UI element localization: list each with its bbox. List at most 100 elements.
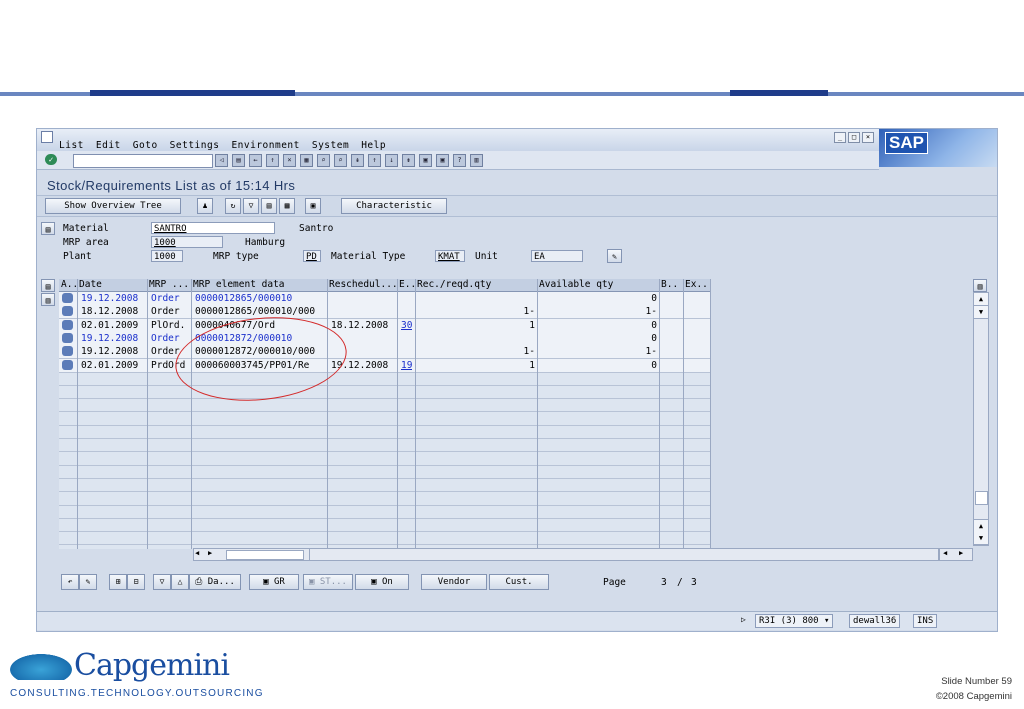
new-session-icon[interactable]: ▣ bbox=[419, 154, 432, 167]
select-all-icon[interactable]: ▤ bbox=[41, 279, 55, 292]
hierarchy-alt-icon[interactable]: ⊟ bbox=[127, 574, 145, 590]
scroll-right-right-icon[interactable]: ▶ bbox=[959, 549, 963, 557]
col-header-mrp-element-data[interactable]: MRP element data bbox=[193, 279, 327, 291]
refresh-icon[interactable]: ↻ bbox=[225, 198, 241, 214]
warning-icon[interactable]: △ bbox=[171, 574, 189, 590]
edit-icon[interactable]: ✎ bbox=[607, 249, 622, 263]
user-icon[interactable]: ♟ bbox=[197, 198, 213, 214]
menu-environment[interactable]: Environment bbox=[231, 140, 299, 151]
menu-system[interactable]: System bbox=[312, 140, 349, 151]
col-header-e[interactable]: E.. bbox=[399, 279, 415, 291]
characteristic-button[interactable]: Characteristic bbox=[341, 198, 447, 214]
maximize-icon[interactable]: □ bbox=[848, 132, 860, 143]
first-page-icon[interactable]: ⇞ bbox=[351, 154, 364, 167]
status-expand-icon[interactable]: ▷ bbox=[741, 615, 746, 624]
vendor-button[interactable]: Vendor bbox=[421, 574, 487, 590]
minimize-icon[interactable]: _ bbox=[834, 132, 846, 143]
filter-icon[interactable]: ▽ bbox=[243, 198, 259, 214]
system-dropdown-icon[interactable]: ▾ bbox=[824, 616, 829, 626]
details-icon[interactable]: ▣ bbox=[305, 198, 321, 214]
row-detail-icon[interactable] bbox=[62, 306, 73, 317]
col-header-a[interactable]: A.. bbox=[61, 279, 77, 291]
scroll-bottom-icon[interactable]: ▼ bbox=[974, 532, 988, 545]
hierarchy-icon[interactable]: ⊞ bbox=[109, 574, 127, 590]
help-icon[interactable]: ? bbox=[453, 154, 466, 167]
table-row[interactable]: 18.12.2008 Order 0000012865/000010/000 1- 1- bbox=[59, 305, 711, 320]
row-detail-icon[interactable] bbox=[62, 332, 73, 343]
horizontal-scroll-track[interactable] bbox=[309, 548, 939, 561]
on-button[interactable]: ▣ On bbox=[355, 574, 409, 590]
cust-button[interactable]: Cust. bbox=[489, 574, 549, 590]
find-next-icon[interactable]: ⌕ bbox=[334, 154, 347, 167]
funnel-icon[interactable]: ▽ bbox=[153, 574, 171, 590]
row-detail-icon[interactable] bbox=[62, 346, 73, 357]
prev-page-icon[interactable]: ↑ bbox=[368, 154, 381, 167]
menu-edit[interactable]: Edit bbox=[96, 140, 121, 151]
show-overview-tree-button[interactable]: Show Overview Tree bbox=[45, 198, 181, 214]
system-menu-icon[interactable] bbox=[41, 131, 53, 143]
save-icon[interactable]: ▤ bbox=[232, 154, 245, 167]
command-field[interactable] bbox=[73, 154, 213, 168]
col-divider bbox=[537, 279, 538, 549]
table-row[interactable]: 19.12.2008 Order 0000012872/000010 0 bbox=[59, 331, 711, 346]
scroll-left-right-icon[interactable]: ◀ bbox=[943, 549, 947, 557]
col-header-available-qty[interactable]: Available qty bbox=[539, 279, 659, 291]
page-label: Page bbox=[603, 577, 626, 588]
col-header-ex[interactable]: Ex.. bbox=[685, 279, 709, 291]
enter-icon[interactable]: ✓ bbox=[45, 154, 57, 165]
column-config-icon[interactable]: ▥ bbox=[973, 279, 987, 292]
horizontal-scrollbar-right[interactable]: ◀ ▶ bbox=[939, 548, 973, 561]
hscroll-thumb[interactable] bbox=[226, 550, 304, 560]
settings-icon[interactable]: ▤ bbox=[261, 198, 277, 214]
col-header-reschedule[interactable]: Reschedul... bbox=[329, 279, 397, 291]
scroll-down-page-icon[interactable]: ▼ bbox=[974, 306, 988, 319]
vertical-scrollbar[interactable]: ▲ ▼ ▲ ▼ bbox=[973, 292, 989, 546]
header-details-icon[interactable]: ▤ bbox=[41, 222, 55, 235]
col-header-b[interactable]: B.. bbox=[661, 279, 683, 291]
last-page-icon[interactable]: ⇟ bbox=[402, 154, 415, 167]
menu-settings[interactable]: Settings bbox=[170, 140, 220, 151]
menu-goto[interactable]: Goto bbox=[133, 140, 158, 151]
menu-help[interactable]: Help bbox=[361, 140, 386, 151]
pencil-icon[interactable]: ✎ bbox=[79, 574, 97, 590]
da-button[interactable]: ⎙ Da... bbox=[189, 574, 241, 590]
close-icon[interactable]: × bbox=[862, 132, 874, 143]
scroll-up-page-icon[interactable]: ▲ bbox=[974, 519, 988, 533]
print-icon[interactable]: ▦ bbox=[300, 154, 313, 167]
deselect-all-icon[interactable]: ▥ bbox=[41, 293, 55, 306]
cell-rec-reqd-qty: 1- bbox=[523, 306, 535, 318]
menu-list[interactable]: List bbox=[59, 140, 84, 151]
horizontal-scrollbar-left[interactable]: ◀ ▶ bbox=[193, 548, 311, 561]
find-icon[interactable]: ⌕ bbox=[317, 154, 330, 167]
row-detail-icon[interactable] bbox=[62, 319, 73, 330]
table-icon[interactable]: ▦ bbox=[279, 198, 295, 214]
col-header-date[interactable]: Date bbox=[79, 279, 147, 291]
table-row[interactable]: 19.12.2008 Order 0000012872/000010/000 1- 1- bbox=[59, 345, 711, 360]
scroll-left-icon[interactable]: ◀ bbox=[195, 549, 199, 557]
row-detail-icon[interactable] bbox=[62, 359, 73, 370]
shortcut-icon[interactable]: ▣ bbox=[436, 154, 449, 167]
table-row[interactable]: 02.01.2009 PrdOrd 000060003745/PP01/Re 19.1… bbox=[59, 358, 711, 373]
back-icon[interactable]: ◁ bbox=[215, 154, 228, 167]
table-row[interactable]: 19.12.2008 Order 0000012865/000010 0 bbox=[59, 292, 711, 306]
col-header-rec-reqd-qty[interactable]: Rec./reqd.qty bbox=[417, 279, 537, 291]
printer-icon: ⎙ bbox=[195, 577, 208, 587]
scroll-right-icon[interactable]: ▶ bbox=[208, 549, 212, 557]
row-detail-icon[interactable] bbox=[62, 293, 73, 303]
next-page-icon[interactable]: ↓ bbox=[385, 154, 398, 167]
scroll-up-icon[interactable]: ▲ bbox=[974, 293, 988, 306]
gr-button[interactable]: ▣ GR bbox=[249, 574, 299, 590]
back-green-icon[interactable]: ← bbox=[249, 154, 262, 167]
table-row[interactable]: 02.01.2009 PlOrd. 0000040677/Ord 18.12.2008… bbox=[59, 318, 711, 333]
col-header-mrp-element[interactable]: MRP ... bbox=[149, 279, 191, 291]
st-button[interactable]: ▣ ST... bbox=[303, 574, 353, 590]
cancel-icon[interactable]: × bbox=[283, 154, 296, 167]
scroll-thumb[interactable] bbox=[975, 491, 988, 505]
cell-exception[interactable]: 30 bbox=[401, 319, 412, 332]
col-divider bbox=[415, 279, 416, 549]
cell-exception[interactable]: 19 bbox=[401, 359, 412, 372]
material-field[interactable]: SANTRO bbox=[151, 222, 275, 234]
back-arrow-icon[interactable]: ↶ bbox=[61, 574, 79, 590]
exit-icon[interactable]: ↑ bbox=[266, 154, 279, 167]
layout-icon[interactable]: ▥ bbox=[470, 154, 483, 167]
